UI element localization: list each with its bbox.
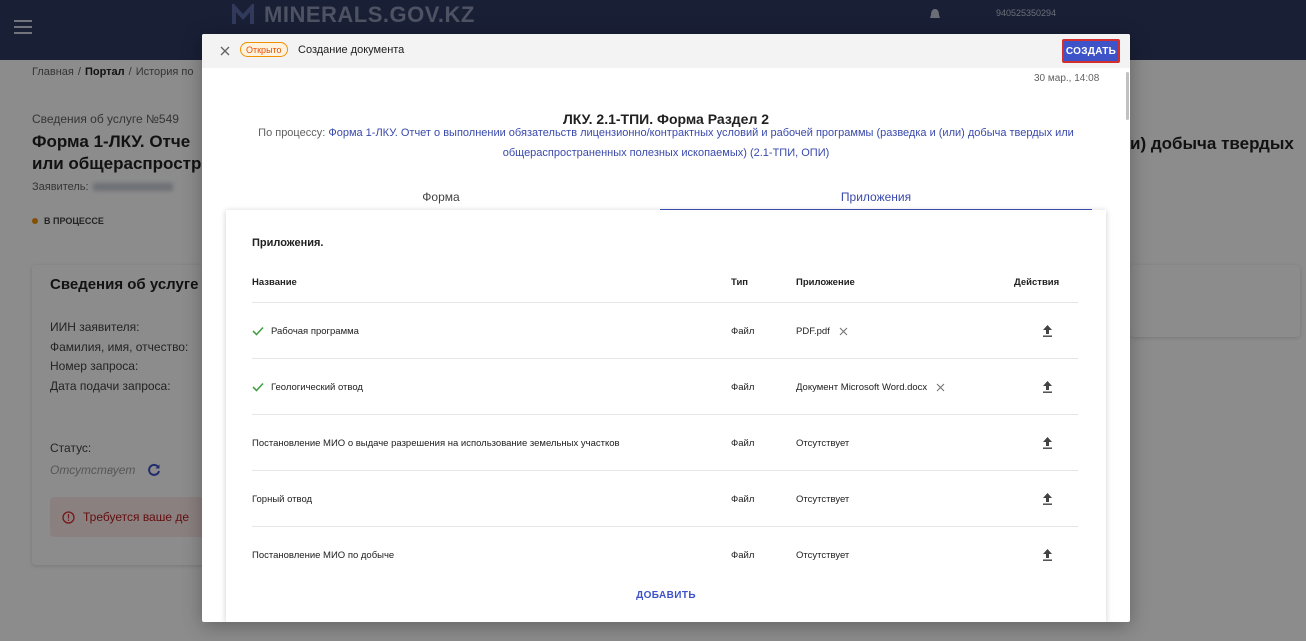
upload-icon[interactable] [1042, 492, 1053, 505]
table-row: Горный отвод Файл Отсутствует [252, 470, 1078, 527]
row-name-text: Геологический отвод [271, 381, 363, 393]
row-name: Постановление МИО о выдаче разрешения на… [252, 415, 620, 471]
dialog-title: Создание документа [298, 44, 405, 56]
close-icon[interactable] [220, 46, 230, 56]
tab-form[interactable]: Форма [222, 185, 660, 209]
dialog-header: Открыто Создание документа СОЗДАТЬ [202, 34, 1130, 68]
attachments-panel: Приложения. Название Тип Приложение Дейс… [226, 210, 1106, 622]
timestamp: 30 мар., 14:08 [1034, 73, 1100, 84]
attachment-missing: Отсутствует [796, 493, 850, 505]
row-attachment: Отсутствует [796, 527, 849, 583]
table-row: Постановление МИО о выдаче разрешения на… [252, 414, 1078, 471]
remove-file-icon[interactable] [839, 327, 848, 336]
row-name: Геологический отвод [252, 359, 363, 415]
row-attachment: Отсутствует [796, 415, 849, 471]
attachment-file-name[interactable]: Документ Microsoft Word.docx [796, 382, 927, 393]
row-attachment: Документ Microsoft Word.docx [796, 359, 945, 415]
row-name-text: Рабочая программа [271, 325, 359, 337]
remove-file-icon[interactable] [936, 383, 945, 392]
row-attachment: Отсутствует [796, 471, 849, 527]
row-name: Постановление МИО по добыче [252, 527, 394, 583]
attachment-missing: Отсутствует [796, 549, 850, 561]
tab-attachments[interactable]: Приложения [660, 185, 1092, 211]
row-name-text: Горный отвод [252, 493, 313, 505]
row-type: Файл [731, 549, 755, 561]
upload-icon[interactable] [1042, 436, 1053, 449]
create-document-dialog: Открыто Создание документа СОЗДАТЬ 30 ма… [202, 34, 1130, 622]
process-prefix: По процессу: [258, 127, 326, 139]
row-type: Файл [731, 437, 755, 449]
table-row: Постановление МИО по добыче Файл Отсутст… [252, 526, 1078, 583]
table-row: Геологический отвод Файл Документ Micros… [252, 358, 1078, 415]
row-type: Файл [731, 325, 755, 337]
attachment-file-name[interactable]: PDF.pdf [796, 326, 830, 337]
check-icon [252, 326, 264, 336]
row-attachment: PDF.pdf [796, 303, 848, 359]
add-attachment-button[interactable]: ДОБАВИТЬ [226, 590, 1106, 601]
process-line: По процессу: Форма 1-ЛКУ. Отчет о выполн… [252, 123, 1080, 163]
column-header-attachment: Приложение [796, 277, 855, 288]
create-button[interactable]: СОЗДАТЬ [1062, 39, 1120, 63]
process-link[interactable]: Форма 1-ЛКУ. Отчет о выполнении обязател… [328, 127, 1074, 159]
column-header-type: Тип [731, 277, 749, 288]
row-name: Рабочая программа [252, 303, 359, 359]
table-row: Рабочая программа Файл PDF.pdf [252, 302, 1078, 359]
row-type: Файл [731, 381, 755, 393]
attachment-missing: Отсутствует [796, 437, 850, 449]
upload-icon[interactable] [1042, 548, 1053, 561]
row-name-text: Постановление МИО по добыче [252, 549, 395, 561]
row-name: Горный отвод [252, 471, 312, 527]
attachments-heading: Приложения. [252, 237, 324, 249]
row-type: Файл [731, 493, 755, 505]
column-header-name: Название [252, 277, 297, 288]
check-icon [252, 382, 264, 392]
upload-icon[interactable] [1042, 324, 1053, 337]
upload-icon[interactable] [1042, 380, 1053, 393]
row-name-text: Постановление МИО о выдаче разрешения на… [252, 437, 620, 449]
opened-badge: Открыто [240, 42, 288, 57]
column-header-actions: Действия [1014, 277, 1060, 288]
